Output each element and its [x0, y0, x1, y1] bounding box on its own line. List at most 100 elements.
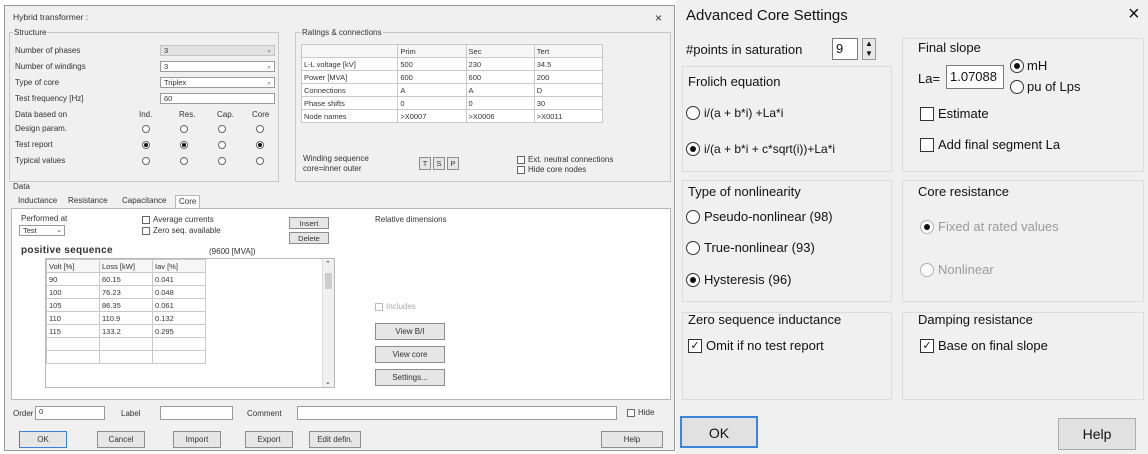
points-spinner[interactable]: ▲ ▼ [862, 38, 876, 60]
comment-input[interactable] [297, 406, 617, 420]
ratings-cell[interactable]: 600 [465, 70, 535, 84]
seq-button-p[interactable]: P [447, 157, 459, 170]
data-basis-radio[interactable] [218, 157, 226, 165]
ratings-cell[interactable]: 230 [465, 57, 535, 71]
ratings-cell[interactable]: >X0011 [533, 109, 604, 123]
core-data-cell[interactable]: 105 [46, 298, 100, 312]
true-nonlinear-radio[interactable] [686, 241, 700, 255]
unit-pu-radio[interactable] [1010, 80, 1024, 94]
windings-select[interactable]: 3 ⌄ [160, 61, 275, 72]
tab-resistance[interactable]: Resistance [65, 195, 111, 208]
core-data-cell[interactable]: 0.048 [152, 285, 206, 299]
unit-mh-radio[interactable] [1010, 59, 1024, 73]
data-basis-radio[interactable] [218, 125, 226, 133]
tab-core[interactable]: Core [175, 195, 201, 209]
spin-down-icon[interactable]: ▼ [865, 49, 873, 59]
core-data-cell[interactable]: 133.2 [99, 324, 153, 338]
frolich-option-1-radio[interactable] [686, 106, 700, 120]
pseudo-nonlinear-radio[interactable] [686, 210, 700, 224]
ratings-cell[interactable]: >X0007 [397, 109, 467, 123]
data-basis-radio[interactable] [256, 141, 264, 149]
cancel-button[interactable]: Cancel [97, 431, 145, 448]
core-data-cell[interactable] [46, 350, 100, 364]
points-in-saturation-input[interactable]: 9 [832, 38, 858, 60]
ext-neutral-checkbox[interactable] [517, 156, 525, 164]
omit-checkbox[interactable]: ✓ [688, 339, 702, 353]
core-data-cell[interactable]: 76.23 [99, 285, 153, 299]
hysteresis-radio[interactable] [686, 273, 700, 287]
spin-up-icon[interactable]: ▲ [865, 39, 873, 49]
zero-seq-checkbox[interactable] [142, 227, 150, 235]
ratings-cell[interactable]: 200 [533, 70, 604, 84]
ok-button[interactable]: OK [680, 416, 758, 448]
data-basis-radio[interactable] [256, 157, 264, 165]
core-data-cell[interactable]: 86.35 [99, 298, 153, 312]
nonlinear-radio[interactable] [920, 263, 934, 277]
core-grid-scrollbar[interactable]: ⌃ ⌄ [322, 259, 334, 387]
la-input[interactable]: 1.07088 [946, 65, 1004, 89]
core-data-cell[interactable] [152, 350, 206, 364]
test-frequency-input[interactable]: 60 [160, 93, 275, 104]
data-basis-radio[interactable] [142, 157, 150, 165]
data-basis-radio[interactable] [218, 141, 226, 149]
ratings-cell[interactable]: >X0006 [465, 109, 535, 123]
view-core-button[interactable]: View core [375, 346, 445, 363]
order-input[interactable]: 0 [35, 406, 105, 420]
data-basis-radio[interactable] [180, 125, 188, 133]
export-button[interactable]: Export [245, 431, 293, 448]
core-type-select[interactable]: Triplex ⌄ [160, 77, 275, 88]
insert-button[interactable]: Insert [289, 217, 329, 229]
data-basis-radio[interactable] [180, 141, 188, 149]
ratings-cell[interactable]: 0 [397, 96, 467, 110]
core-data-cell[interactable] [99, 350, 153, 364]
tab-inductance[interactable]: Inductance [15, 195, 60, 208]
data-basis-radio[interactable] [256, 125, 264, 133]
ratings-cell[interactable]: A [465, 83, 535, 97]
close-icon[interactable]: × [1128, 3, 1140, 25]
core-data-cell[interactable]: 60.15 [99, 272, 153, 286]
ratings-cell[interactable]: 500 [397, 57, 467, 71]
seq-button-t[interactable]: T [419, 157, 431, 170]
delete-button[interactable]: Delete [289, 232, 329, 244]
help-button[interactable]: Help [1058, 418, 1136, 450]
core-data-cell[interactable]: 0.041 [152, 272, 206, 286]
ratings-cell[interactable]: 600 [397, 70, 467, 84]
core-data-cell[interactable]: 0.295 [152, 324, 206, 338]
scroll-thumb[interactable] [325, 273, 332, 289]
data-basis-radio[interactable] [142, 125, 150, 133]
phases-select[interactable]: 3 ⌄ [160, 45, 275, 56]
base-final-slope-checkbox[interactable]: ✓ [920, 339, 934, 353]
core-data-cell[interactable]: 100 [46, 285, 100, 299]
import-button[interactable]: Import [173, 431, 221, 448]
ratings-cell[interactable]: 30 [533, 96, 604, 110]
hide-core-nodes-checkbox[interactable] [517, 166, 525, 174]
core-data-cell[interactable] [99, 337, 153, 351]
average-currents-checkbox[interactable] [142, 216, 150, 224]
core-data-cell[interactable]: 90 [46, 272, 100, 286]
core-data-cell[interactable]: 0.132 [152, 311, 206, 325]
core-data-cell[interactable]: 115 [46, 324, 100, 338]
estimate-checkbox[interactable] [920, 107, 934, 121]
ratings-cell[interactable]: 34.5 [533, 57, 604, 71]
settings-button[interactable]: Settings... [375, 369, 445, 386]
scroll-down-icon[interactable]: ⌄ [325, 378, 331, 386]
frolich-option-2-radio[interactable] [686, 142, 700, 156]
data-basis-radio[interactable] [142, 141, 150, 149]
ratings-cell[interactable]: A [397, 83, 467, 97]
add-final-segment-checkbox[interactable] [920, 138, 934, 152]
label-input[interactable] [160, 406, 233, 420]
help-button[interactable]: Help [601, 431, 663, 448]
scroll-up-icon[interactable]: ⌃ [325, 260, 331, 268]
ratings-cell[interactable]: D [533, 83, 604, 97]
fixed-rated-radio[interactable] [920, 220, 934, 234]
core-data-cell[interactable]: 110 [46, 311, 100, 325]
close-icon[interactable]: × [655, 12, 662, 24]
core-data-cell[interactable] [152, 337, 206, 351]
core-data-cell[interactable]: 110.9 [99, 311, 153, 325]
core-data-cell[interactable] [46, 337, 100, 351]
edit-definition-button[interactable]: Edit defin. [309, 431, 361, 448]
ratings-cell[interactable]: 0 [465, 96, 535, 110]
tab-capacitance[interactable]: Capacitance [119, 195, 169, 208]
core-data-cell[interactable]: 0.061 [152, 298, 206, 312]
ok-button[interactable]: OK [19, 431, 67, 448]
